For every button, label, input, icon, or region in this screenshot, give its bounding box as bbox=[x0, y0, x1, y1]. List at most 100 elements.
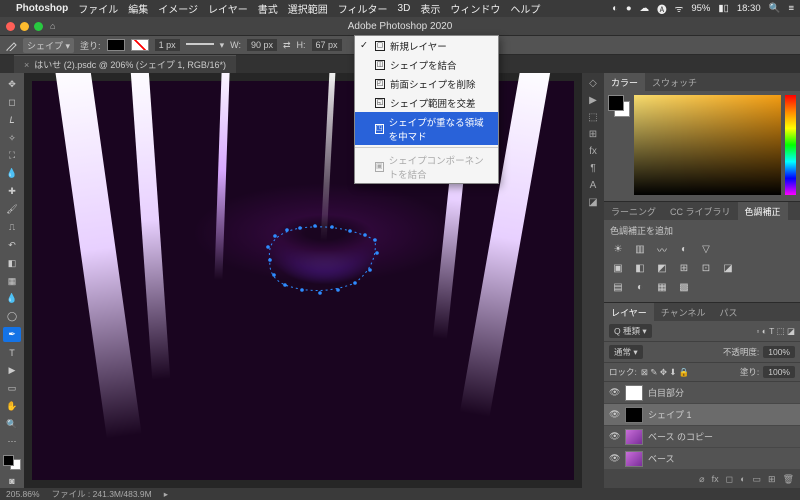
adj-photo-filter-icon[interactable]: ◩ bbox=[654, 261, 670, 275]
visibility-icon[interactable]: 👁 bbox=[609, 387, 620, 398]
fx-icon[interactable]: fx bbox=[712, 474, 719, 484]
active-shape-path[interactable] bbox=[260, 225, 380, 295]
tool-mode-select[interactable]: シェイプ ▾ bbox=[23, 38, 74, 53]
wifi-icon[interactable]: ᯤ bbox=[675, 2, 684, 15]
adj-layer-icon[interactable]: ◐ bbox=[740, 474, 745, 484]
fgbg-swatch[interactable] bbox=[608, 95, 630, 117]
menu-exclude[interactable]: ◳シェイプが重なる領域を中マド bbox=[355, 112, 498, 145]
panel-icon[interactable]: ⊞ bbox=[589, 129, 597, 140]
layer-thumb[interactable] bbox=[625, 451, 643, 467]
panel-icon[interactable]: A bbox=[590, 180, 597, 191]
fill-swatch[interactable] bbox=[107, 39, 125, 51]
adj-posterize-icon[interactable]: ▤ bbox=[610, 280, 626, 294]
hand-tool[interactable]: ✋ bbox=[3, 399, 21, 414]
marquee-tool[interactable]: ◻ bbox=[3, 95, 21, 110]
visibility-icon[interactable]: 👁 bbox=[609, 453, 620, 464]
tab-channels[interactable]: チャンネル bbox=[654, 303, 713, 322]
menu-help[interactable]: ヘルプ bbox=[510, 1, 540, 16]
menu-window[interactable]: ウィンドウ bbox=[450, 1, 500, 16]
adj-bw-icon[interactable]: ◧ bbox=[632, 261, 648, 275]
zoom-button[interactable] bbox=[34, 22, 43, 31]
eraser-tool[interactable]: ◧ bbox=[3, 256, 21, 271]
status-icon[interactable]: ☁ bbox=[640, 3, 650, 14]
eyedropper-tool[interactable]: 💧 bbox=[3, 166, 21, 181]
lock-icons[interactable]: ⊠ ✎ ✥ ⬇ 🔒 bbox=[641, 367, 690, 378]
panel-icon[interactable]: ◪ bbox=[588, 197, 597, 208]
close-button[interactable] bbox=[6, 22, 15, 31]
color-field[interactable] bbox=[634, 95, 781, 195]
group-icon[interactable]: ▭ bbox=[753, 474, 762, 485]
link-icon[interactable]: ⇄ bbox=[283, 40, 291, 51]
search-icon[interactable]: 🔍 bbox=[769, 3, 781, 14]
blur-tool[interactable]: 💧 bbox=[3, 292, 21, 307]
app-menu[interactable]: Photoshop bbox=[16, 3, 68, 14]
visibility-icon[interactable]: 👁 bbox=[609, 431, 620, 442]
pen-tool[interactable]: ✒ bbox=[3, 327, 21, 342]
menu-select[interactable]: 選択範囲 bbox=[288, 1, 328, 16]
layer-thumb[interactable] bbox=[625, 429, 643, 445]
delete-icon[interactable]: 🗑 bbox=[783, 474, 794, 485]
adj-selective-icon[interactable]: ▩ bbox=[676, 280, 692, 294]
home-icon[interactable]: ⌂ bbox=[50, 21, 55, 31]
tab-color[interactable]: カラー bbox=[604, 73, 645, 92]
hue-slider[interactable] bbox=[785, 95, 796, 195]
adj-exposure-icon[interactable]: ◐ bbox=[676, 242, 692, 256]
panel-icon[interactable]: ◇ bbox=[589, 78, 597, 89]
status-icon[interactable]: 🅐 bbox=[657, 2, 667, 16]
layer-row[interactable]: 👁 ベース のコピー bbox=[604, 426, 800, 448]
brush-tool[interactable]: 🖌 bbox=[3, 202, 21, 217]
opacity-input[interactable]: 100% bbox=[763, 346, 795, 358]
heal-tool[interactable]: ✚ bbox=[3, 184, 21, 199]
layer-thumb[interactable] bbox=[625, 407, 643, 423]
panel-icon[interactable]: ¶ bbox=[590, 163, 595, 174]
layer-filter[interactable]: Q 種類 ▾ bbox=[609, 324, 652, 338]
menu-edit[interactable]: 編集 bbox=[128, 1, 148, 16]
status-icon[interactable]: ● bbox=[626, 3, 632, 14]
adj-threshold-icon[interactable]: ◐ bbox=[632, 280, 648, 294]
menu-filter[interactable]: フィルター bbox=[338, 1, 388, 16]
move-tool[interactable]: ✥ bbox=[3, 77, 21, 92]
adj-vibrance-icon[interactable]: ▽ bbox=[698, 242, 714, 256]
stroke-width-input[interactable]: 1 px bbox=[155, 39, 180, 51]
zoom-tool[interactable]: 🔍 bbox=[3, 417, 21, 432]
menu-view[interactable]: 表示 bbox=[420, 1, 440, 16]
tab-learning[interactable]: ラーニング bbox=[604, 202, 663, 221]
fill-input[interactable]: 100% bbox=[763, 366, 795, 378]
menu-3d[interactable]: 3D bbox=[398, 3, 411, 14]
history-panel-icon[interactable]: ▶ bbox=[589, 95, 597, 106]
doc-size[interactable]: ファイル : 241.3M/483.9M bbox=[52, 488, 152, 500]
history-brush-tool[interactable]: ↶ bbox=[3, 238, 21, 253]
status-icon[interactable]: ◐ bbox=[612, 3, 618, 14]
menu-image[interactable]: イメージ bbox=[158, 1, 198, 16]
color-swatches[interactable] bbox=[3, 455, 21, 470]
tab-paths[interactable]: パス bbox=[712, 303, 744, 322]
new-layer-icon[interactable]: ⊞ bbox=[768, 474, 776, 485]
width-input[interactable]: 90 px bbox=[247, 39, 277, 51]
path-select-tool[interactable]: ▶ bbox=[3, 363, 21, 378]
adj-brightness-icon[interactable]: ☀ bbox=[610, 242, 626, 256]
clock[interactable]: 18:30 bbox=[737, 3, 761, 14]
edit-toolbar[interactable]: ⋯ bbox=[3, 435, 21, 450]
adj-mixer-icon[interactable]: ⊞ bbox=[676, 261, 692, 275]
tab-swatches[interactable]: スウォッチ bbox=[645, 73, 704, 92]
height-input[interactable]: 67 px bbox=[312, 39, 342, 51]
quickmask-tool[interactable]: ◙ bbox=[3, 473, 21, 488]
shape-tool[interactable]: ▭ bbox=[3, 381, 21, 396]
adj-curves-icon[interactable]: 〰 bbox=[654, 242, 670, 256]
tab-layers[interactable]: レイヤー bbox=[604, 303, 654, 322]
gradient-tool[interactable]: ▦ bbox=[3, 274, 21, 289]
menu-icon[interactable]: ≡ bbox=[788, 3, 794, 14]
document-tab[interactable]: × はいせ (2).psdc @ 206% (シェイプ 1, RGB/16*) bbox=[14, 55, 236, 73]
stamp-tool[interactable]: ⎍ bbox=[3, 220, 21, 235]
layer-thumb[interactable] bbox=[625, 385, 643, 401]
adj-levels-icon[interactable]: ▥ bbox=[632, 242, 648, 256]
menu-subtract[interactable]: ◰前面シェイプを削除 bbox=[355, 74, 498, 93]
lasso-tool[interactable]: 𝘓 bbox=[3, 113, 21, 128]
tab-adjustments[interactable]: 色調補正 bbox=[738, 202, 788, 221]
adj-lookup-icon[interactable]: ⊡ bbox=[698, 261, 714, 275]
crop-tool[interactable]: ⛶ bbox=[3, 149, 21, 164]
minimize-button[interactable] bbox=[20, 22, 29, 31]
stroke-style[interactable] bbox=[186, 43, 214, 47]
link-layers-icon[interactable]: ⌀ bbox=[699, 474, 704, 485]
stroke-swatch[interactable] bbox=[131, 39, 149, 51]
